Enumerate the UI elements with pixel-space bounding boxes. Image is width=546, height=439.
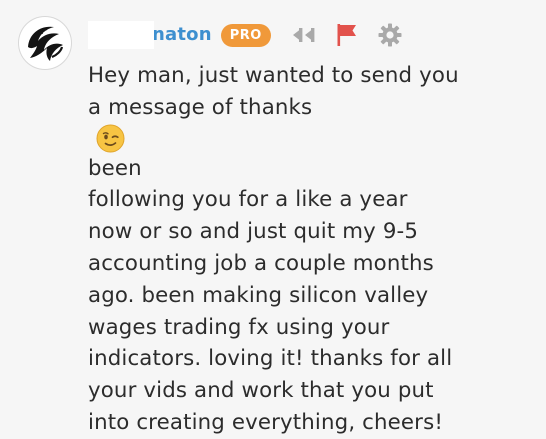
comment-line-with-emoji: a message of thanks been xyxy=(88,92,538,185)
comment-line: now or so and just quit my 9-5 xyxy=(88,219,419,245)
comment-header: naton PRO xyxy=(88,20,402,50)
comment-line: indicators. loving it! thanks for all xyxy=(88,346,453,372)
username-text: naton xyxy=(152,24,212,45)
comment-line: following you for a like a year xyxy=(88,187,408,213)
reply-button[interactable] xyxy=(292,26,316,44)
comment: naton PRO Hey man, just wanted to send y… xyxy=(0,0,546,435)
winking-face-emoji xyxy=(96,124,125,153)
comment-text: a message of thanks xyxy=(88,94,313,120)
comment-text: been xyxy=(88,155,142,181)
reply-quote-icon xyxy=(292,28,315,42)
gear-icon xyxy=(378,23,402,47)
flag-button[interactable] xyxy=(336,23,358,47)
username-link[interactable]: naton xyxy=(88,20,212,50)
comment-line: accounting job a couple months xyxy=(88,250,434,276)
settings-button[interactable] xyxy=(378,23,402,47)
dragon-logo-icon xyxy=(21,19,69,67)
comment-line: your vids and work that you put xyxy=(88,378,434,404)
comment-line: wages trading fx using your xyxy=(88,314,390,340)
redacted-name-block xyxy=(88,21,154,49)
comment-line: Hey man, just wanted to send you xyxy=(88,63,459,88)
comment-line: ago. been making silicon valley xyxy=(88,282,429,308)
pro-badge: PRO xyxy=(220,23,271,47)
comment-body: Hey man, just wanted to send you a messa… xyxy=(88,60,538,439)
avatar[interactable] xyxy=(19,17,71,69)
flag-icon xyxy=(337,24,356,46)
